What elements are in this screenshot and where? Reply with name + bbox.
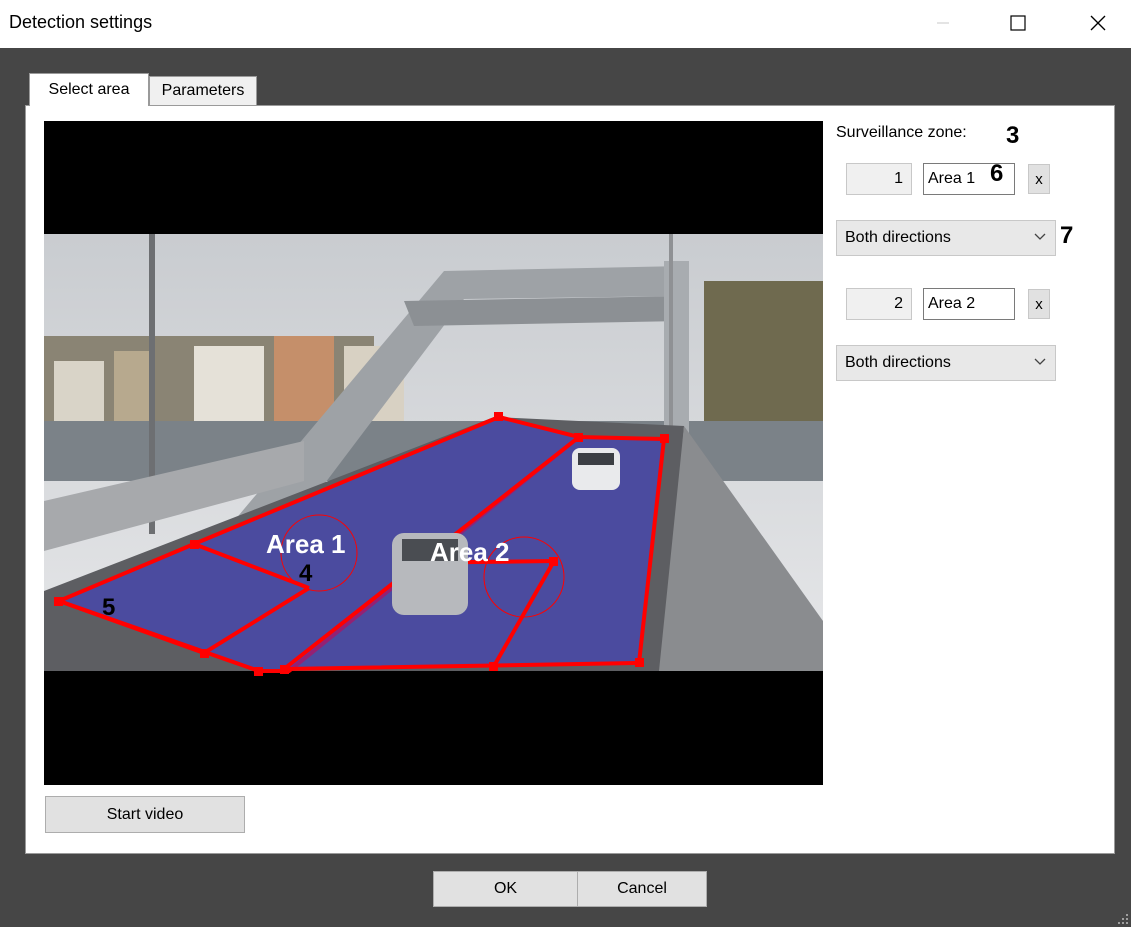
area-editor-canvas[interactable]: Area 1 Area 2 4 5 [44,121,823,785]
callout-3: 3 [1006,122,1020,149]
video-preview[interactable]: Area 1 Area 2 4 5 [44,121,823,785]
callout-7: 7 [1060,222,1074,249]
surveillance-zone-label: Surveillance zone: [836,124,967,141]
callout-4: 4 [299,560,313,587]
start-video-button[interactable]: Start video [45,796,245,833]
zone-2-delete-button[interactable]: x [1028,289,1050,319]
zone-1-direction-select[interactable]: Both directions [836,220,1056,256]
car-far [572,448,620,490]
zone-1-number: 1 [846,163,912,195]
zone-2-name-input[interactable] [923,288,1015,320]
zone-2-direction-value: Both directions [845,354,951,371]
callout-5: 5 [102,594,115,621]
close-button[interactable] [1075,0,1121,46]
minimize-button[interactable] [920,0,966,46]
zone-2-number: 2 [846,288,912,320]
zone-1-direction-value: Both directions [845,229,951,246]
chevron-down-icon [1034,233,1046,240]
tab-parameters[interactable]: Parameters [149,76,257,105]
title-bar: Detection settings [0,0,1131,48]
zone-2-direction-select[interactable]: Both directions [836,345,1056,381]
maximize-button[interactable] [995,0,1041,46]
area-2-overlay-label: Area 2 [430,537,510,567]
window-title: Detection settings [9,12,153,32]
tab-select-area[interactable]: Select area [29,73,149,106]
callout-6: 6 [990,160,1004,187]
maximize-icon [1010,15,1026,31]
ok-button[interactable]: OK [433,871,578,907]
cancel-button[interactable]: Cancel [577,871,707,907]
chevron-down-icon [1034,358,1046,365]
zone-1-delete-button[interactable]: x [1028,164,1050,194]
resize-grip-icon[interactable] [1117,913,1129,925]
area-1-overlay-label: Area 1 [266,529,346,559]
close-icon [1090,15,1106,31]
minimize-icon [937,22,949,24]
